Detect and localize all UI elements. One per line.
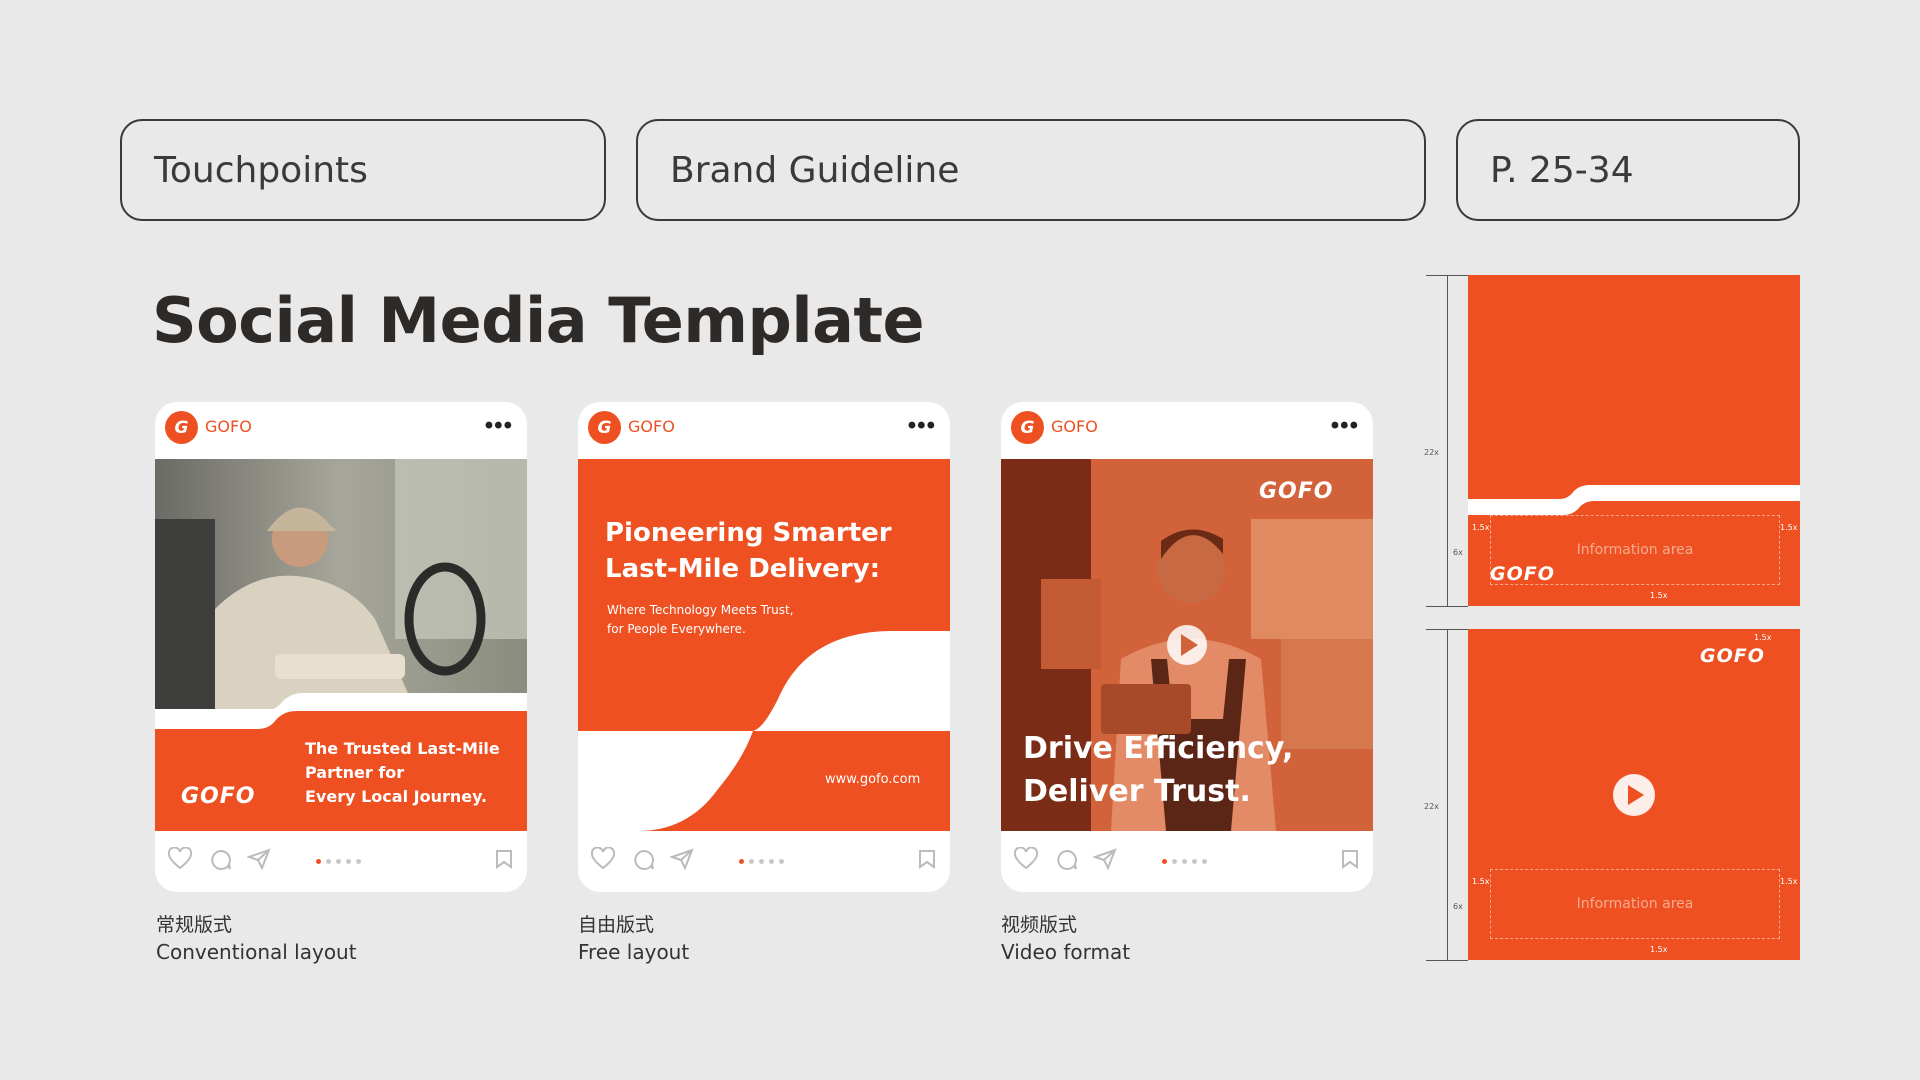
- logo-spacing-mark: 1.5x: [1472, 877, 1490, 886]
- spec-template-video: GOFO 1.5x Information area 1.5x 1.5x 1.5…: [1468, 629, 1800, 960]
- post-header: G GOFO •••: [1001, 402, 1373, 459]
- comment-icon[interactable]: [1055, 848, 1079, 872]
- post-actions: [578, 831, 950, 892]
- brand-logo-icon: G: [165, 411, 198, 444]
- post-headline: Drive Efficiency, Deliver Trust.: [1023, 731, 1294, 809]
- bookmark-icon[interactable]: [918, 849, 936, 869]
- page-range-label: P. 25-34: [1490, 149, 1634, 191]
- post-card-video: G GOFO ••• GOFO Drive Efficiency, Delive…: [1001, 402, 1373, 892]
- website-url: www.gofo.com: [825, 772, 921, 787]
- post-header: G GOFO •••: [578, 402, 950, 459]
- play-icon[interactable]: [1612, 773, 1656, 817]
- bookmark-icon[interactable]: [495, 849, 513, 869]
- logo-spacing-mark: 1.5x: [1780, 523, 1798, 532]
- page-range-pill: P. 25-34: [1456, 119, 1800, 221]
- height-mark: 22x: [1424, 802, 1439, 811]
- logo-spacing-mark: 1.5x: [1650, 591, 1668, 600]
- info-area-box: Information area: [1490, 869, 1780, 939]
- post-media: GOFO The Trusted Last-Mile Partner for E…: [155, 459, 527, 831]
- section-pill: Touchpoints: [120, 119, 606, 221]
- share-icon[interactable]: [247, 848, 271, 870]
- post-headline: The Trusted Last-Mile Partner for Every …: [305, 739, 500, 806]
- caption-free: 自由版式 Free layout: [578, 914, 690, 964]
- dimension-line: [1447, 629, 1448, 960]
- brand-name: GOFO: [1051, 417, 1098, 436]
- carousel-indicator: [1162, 859, 1207, 864]
- brand-name: GOFO: [628, 417, 675, 436]
- share-icon[interactable]: [1093, 848, 1117, 870]
- caption-conventional: 常规版式 Conventional layout: [156, 914, 357, 964]
- brand-logo-icon: G: [588, 411, 621, 444]
- height-mark: 22x: [1424, 448, 1439, 457]
- comment-icon[interactable]: [209, 848, 233, 872]
- post-subline: Where Technology Meets Trust, for People…: [607, 603, 794, 636]
- post-media: GOFO Drive Efficiency, Deliver Trust.: [1001, 459, 1373, 831]
- gofo-wordmark: GOFO: [181, 784, 256, 809]
- logo-spacing-mark: 1.5x: [1472, 523, 1490, 532]
- spec-template-conventional: Information area GOFO 1.5x 1.5x 1.5x: [1468, 275, 1800, 606]
- page-title: Social Media Template: [152, 284, 925, 357]
- dimension-line: [1447, 275, 1448, 606]
- like-icon[interactable]: [590, 847, 616, 871]
- comment-icon[interactable]: [632, 848, 656, 872]
- carousel-indicator: [739, 859, 784, 864]
- post-headline: Pioneering Smarter Last-Mile Delivery:: [605, 518, 892, 584]
- carousel-indicator: [316, 859, 361, 864]
- more-options-icon[interactable]: •••: [485, 412, 513, 440]
- document-label: Brand Guideline: [670, 149, 960, 191]
- more-options-icon[interactable]: •••: [1331, 412, 1359, 440]
- dimension-line: [1426, 960, 1468, 961]
- post-header: G GOFO •••: [155, 402, 527, 459]
- bookmark-icon[interactable]: [1341, 849, 1359, 869]
- like-icon[interactable]: [1013, 847, 1039, 871]
- more-options-icon[interactable]: •••: [908, 412, 936, 440]
- post-actions: [1001, 831, 1373, 892]
- gofo-wordmark: GOFO: [1700, 645, 1765, 667]
- post-media: Pioneering Smarter Last-Mile Delivery: W…: [578, 459, 950, 831]
- brand-name: GOFO: [205, 417, 252, 436]
- gofo-wordmark: GOFO: [1259, 479, 1334, 504]
- dimension-line: [1426, 606, 1468, 607]
- brand-logo-icon: G: [1011, 411, 1044, 444]
- section-label: Touchpoints: [154, 149, 368, 191]
- logo-spacing-mark: 1.5x: [1650, 945, 1668, 954]
- document-pill: Brand Guideline: [636, 119, 1426, 221]
- margin-mark: 6x: [1453, 548, 1463, 557]
- post-card-free: G GOFO ••• Pioneering Smarter Last-Mile …: [578, 402, 950, 892]
- gofo-wordmark: GOFO: [1490, 563, 1555, 585]
- share-icon[interactable]: [670, 848, 694, 870]
- like-icon[interactable]: [167, 847, 193, 871]
- post-card-conventional: G GOFO ••• GOFO The Trusted Last-Mile Pa…: [155, 402, 527, 892]
- post-actions: [155, 831, 527, 892]
- logo-spacing-mark: 1.5x: [1780, 877, 1798, 886]
- margin-mark: 6x: [1453, 902, 1463, 911]
- caption-video: 视频版式 Video format: [1001, 914, 1131, 964]
- logo-spacing-mark: 1.5x: [1754, 633, 1772, 642]
